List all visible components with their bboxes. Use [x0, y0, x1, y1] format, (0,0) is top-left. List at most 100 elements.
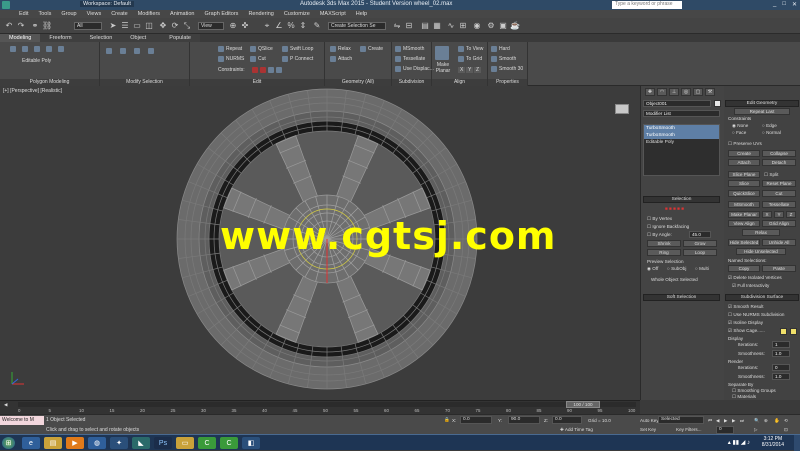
split-checkbox[interactable]: ☐ Split: [764, 172, 778, 178]
polygon-modeling-caption[interactable]: Polygon Modeling: [0, 79, 99, 86]
layer-icon[interactable]: ▤: [420, 21, 430, 31]
by-angle-field[interactable]: 45.0: [689, 231, 711, 238]
by-vertex-checkbox[interactable]: ☐ By Vertex: [647, 216, 672, 222]
smooth-result-checkbox[interactable]: ☑ Smooth Result: [728, 304, 764, 310]
edge-icon[interactable]: [22, 46, 28, 52]
material-editor-icon[interactable]: ◉: [472, 21, 482, 31]
by-angle-checkbox[interactable]: ☐ By Angle:: [647, 232, 672, 238]
time-slider[interactable]: 100 / 100: [566, 401, 600, 408]
render-frame-icon[interactable]: ▣: [498, 21, 508, 31]
slice-plane-button[interactable]: Slice Plane: [728, 171, 760, 178]
relax-button[interactable]: Relax: [742, 229, 780, 236]
render-smoothness-field[interactable]: 1.0: [772, 373, 790, 380]
collapse-button[interactable]: Collapse: [762, 150, 796, 157]
make-planar-icon[interactable]: [435, 46, 449, 60]
soft-selection-header[interactable]: Soft Selection: [643, 294, 720, 301]
menu-group[interactable]: Group: [56, 11, 81, 17]
perspective-viewport[interactable]: [+] [Perspective] [Realistic] www.cgtsj.…: [0, 86, 640, 400]
select-by-name-icon[interactable]: ☰: [120, 21, 130, 31]
use-nurms-checkbox[interactable]: ☐ Use NURMS Subdivision: [728, 312, 784, 318]
constraint-icons[interactable]: [252, 67, 282, 73]
p-connect-button[interactable]: P Connect: [282, 56, 313, 62]
ring-button[interactable]: Ring: [647, 249, 681, 256]
to-grid-button[interactable]: To Grid: [458, 56, 482, 62]
schematic-icon[interactable]: ⊞: [458, 21, 468, 31]
graphite-icon[interactable]: ▦: [432, 21, 442, 31]
zoom-icon[interactable]: 🔍: [754, 418, 760, 424]
goto-end-icon[interactable]: ⏭: [740, 418, 744, 423]
unhide-all-button[interactable]: Unhide All: [762, 239, 796, 246]
search-input[interactable]: Type a keyword or phrase: [612, 1, 682, 9]
key-mode-select[interactable]: Selected: [658, 416, 704, 424]
delete-isolated-checkbox[interactable]: ☑ Delete Isolated Vertices: [728, 275, 782, 281]
menu-maxscript[interactable]: MAXScript: [315, 11, 351, 17]
show-cage-checkbox[interactable]: ☑ Show Cage......: [728, 328, 765, 334]
smooth-button[interactable]: Smooth: [491, 56, 516, 62]
select-object-icon[interactable]: ➤: [108, 21, 118, 31]
goto-start-icon[interactable]: ⏮: [708, 418, 712, 423]
swift-loop-button[interactable]: Swift Loop: [282, 46, 313, 52]
display-tab-icon[interactable]: ▢: [693, 88, 703, 96]
tab-modeling[interactable]: Modeling: [0, 34, 41, 42]
modify-selection-caption[interactable]: Modify Selection: [100, 79, 189, 86]
maxscript-listener[interactable]: Welcome to M: [0, 416, 44, 425]
create-button[interactable]: Create: [728, 150, 760, 157]
named-selection-set[interactable]: Create Selection Se: [328, 22, 386, 30]
pan-icon[interactable]: ✋: [774, 418, 780, 424]
undo-icon[interactable]: ↶: [4, 21, 14, 31]
menu-customize[interactable]: Customize: [279, 11, 315, 17]
properties-caption[interactable]: Properties: [488, 79, 527, 86]
loop-button[interactable]: Loop: [683, 249, 717, 256]
show-desktop-button[interactable]: [794, 435, 800, 451]
reset-plane-button[interactable]: Reset Plane: [762, 180, 796, 187]
cut-button[interactable]: Cut: [762, 190, 796, 197]
isoline-display-checkbox[interactable]: ☑ Isoline Display: [728, 320, 763, 326]
to-view-button[interactable]: To View: [458, 46, 483, 52]
detach-button[interactable]: Detach: [762, 159, 796, 166]
stack-item-turbosmooth-2[interactable]: TurboSmooth: [644, 132, 719, 139]
mirror-icon[interactable]: ⇋: [392, 21, 402, 31]
display-iterations-field[interactable]: 1: [772, 341, 790, 348]
align-caption[interactable]: Align: [432, 79, 487, 86]
view-align-button[interactable]: View Align: [728, 220, 760, 227]
explorer-icon[interactable]: ▤: [44, 437, 62, 449]
make-planar-button[interactable]: Make Planar: [434, 62, 452, 74]
start-button-icon[interactable]: ⊞: [2, 437, 15, 449]
maximize-button[interactable]: □: [782, 1, 786, 8]
rotate-icon[interactable]: ⟳: [170, 21, 180, 31]
edit-caption[interactable]: Edit: [190, 79, 324, 86]
stack-item-editable-poly[interactable]: Editable Poly: [644, 139, 719, 146]
menu-create[interactable]: Create: [106, 11, 133, 17]
constraint-none-radio[interactable]: ◉ None: [732, 123, 748, 129]
full-interactivity-checkbox[interactable]: ☑ Full Interactivity: [732, 283, 769, 289]
smooth-30-button[interactable]: Smooth 30: [491, 66, 523, 72]
photoshop-icon[interactable]: Ps: [154, 437, 172, 449]
reference-coord-select[interactable]: View: [198, 22, 224, 30]
shrink-button[interactable]: Shrink: [647, 240, 681, 247]
current-frame-field[interactable]: 0: [716, 426, 734, 434]
align-z-button[interactable]: Z: [474, 67, 482, 73]
redo-icon[interactable]: ↷: [16, 21, 26, 31]
hierarchy-tab-icon[interactable]: ⊥: [669, 88, 679, 96]
attach-button[interactable]: Attach: [728, 159, 760, 166]
tab-populate[interactable]: Populate: [160, 34, 200, 42]
preview-subobj-radio[interactable]: ○ SubObj: [667, 266, 686, 271]
menu-edit[interactable]: Edit: [14, 11, 33, 17]
orbit-icon[interactable]: ⟲: [784, 418, 788, 424]
minimize-button[interactable]: _: [773, 1, 776, 8]
stack-item-turbosmooth-1[interactable]: TurboSmooth: [644, 125, 719, 132]
next-frame-icon[interactable]: ▶: [732, 418, 736, 424]
tessellate-button[interactable]: Tessellate: [762, 201, 796, 208]
folder-icon[interactable]: ▭: [176, 437, 194, 449]
key-filters-button[interactable]: Key Filters...: [676, 427, 702, 432]
repeat-button[interactable]: Repeat: [218, 46, 242, 52]
play-icon[interactable]: ▶: [724, 418, 728, 424]
system-tray-icons[interactable]: ▴ ▮▮ ◢ ♪: [728, 439, 750, 446]
make-planar-button[interactable]: Make Planar: [728, 211, 760, 218]
x-coord-field[interactable]: 0.0: [460, 416, 492, 424]
quickslice-button[interactable]: QuickSlice: [728, 190, 760, 197]
modifier-list-select[interactable]: Modifier List: [643, 110, 720, 117]
z-button[interactable]: Z: [786, 211, 796, 218]
menu-rendering[interactable]: Rendering: [243, 11, 278, 17]
preview-off-radio[interactable]: ◉ Off: [647, 266, 658, 272]
